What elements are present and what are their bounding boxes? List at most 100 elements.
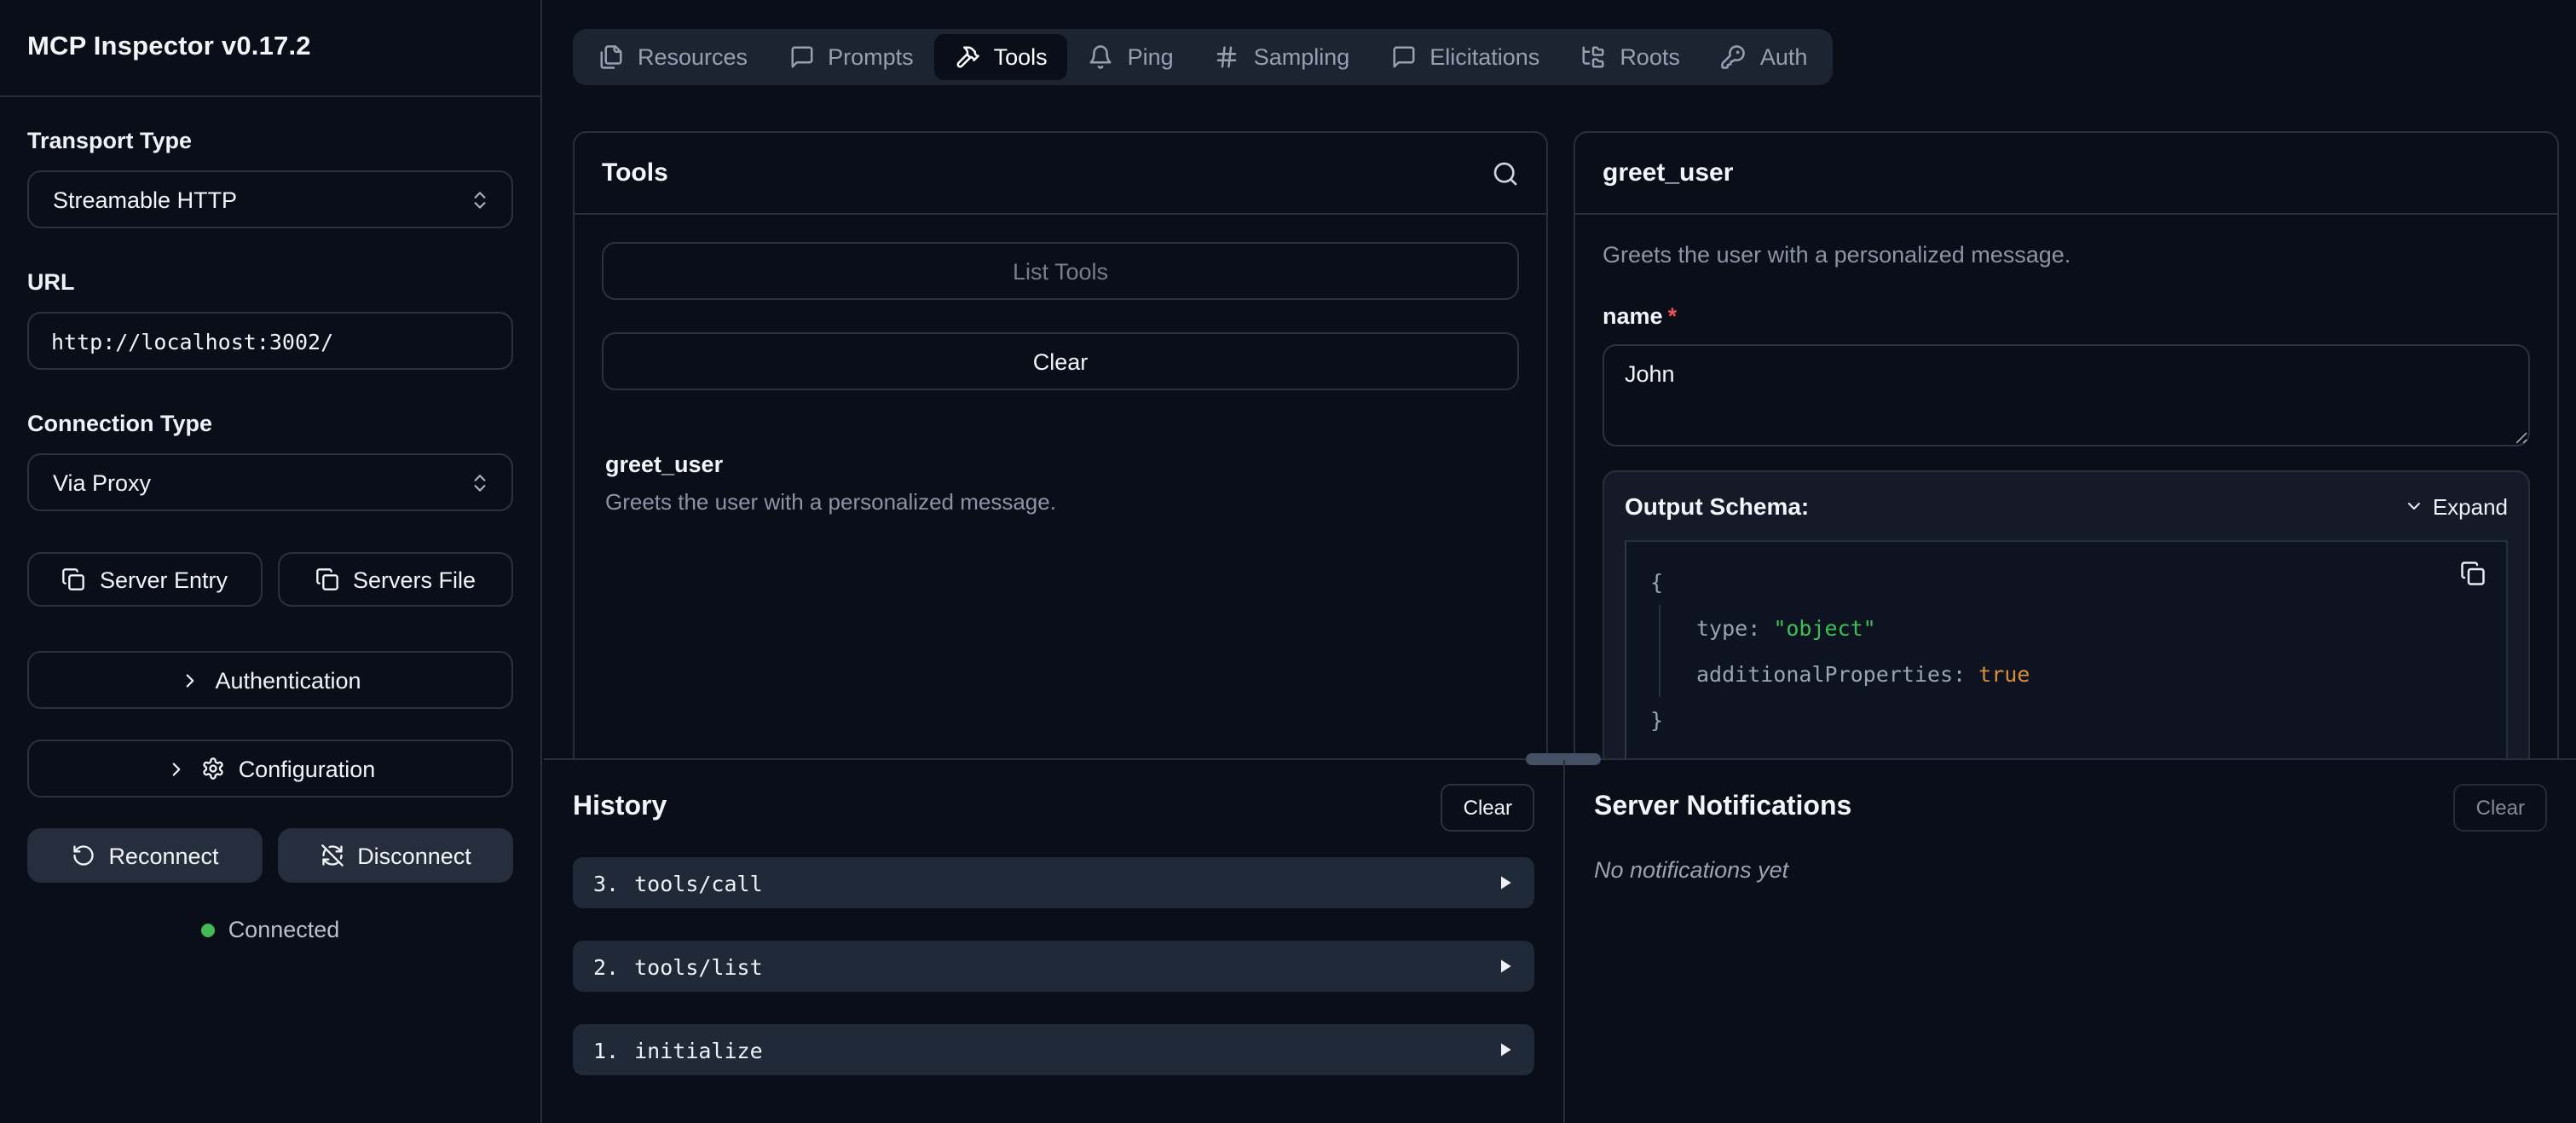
sidebar-header: MCP Inspector v0.17.2 — [0, 0, 540, 97]
status-dot — [201, 923, 215, 936]
hammer-icon — [955, 44, 980, 70]
tool-detail-panel: greet_user Greets the user with a person… — [1574, 131, 2559, 758]
schema-code-block: { type: "object" additionalProperties: t… — [1625, 540, 2508, 758]
configuration-toggle[interactable]: Configuration — [27, 740, 513, 798]
tools-panel: Tools List Tools Clear greet_user Greets… — [573, 131, 1548, 758]
tab-resources[interactable]: Resources — [578, 34, 768, 80]
configuration-label: Configuration — [239, 756, 376, 781]
history-title: History — [573, 792, 667, 823]
reconnect-label: Reconnect — [108, 843, 218, 868]
tools-panel-body: List Tools Clear greet_user Greets the u… — [575, 215, 1546, 542]
required-marker: * — [1668, 303, 1678, 329]
search-icon[interactable] — [1492, 159, 1519, 187]
list-tools-button[interactable]: List Tools — [602, 242, 1519, 300]
tool-detail-body: Greets the user with a personalized mess… — [1575, 215, 2557, 758]
tab-bar: Resources Prompts Tools Ping Sampling — [573, 29, 1833, 85]
output-schema-section: Output Schema: Expand { — [1603, 470, 2530, 758]
connection-type-select[interactable]: Via Proxy — [27, 453, 513, 511]
code-line: additionalProperties: true — [1696, 651, 2482, 697]
play-icon[interactable] — [1497, 1041, 1514, 1058]
tools-panel-title: Tools — [602, 158, 668, 187]
tool-name: greet_user — [605, 452, 1516, 477]
chevron-right-icon — [165, 757, 188, 780]
output-schema-label: Output Schema: — [1625, 492, 1809, 520]
history-method: initialize — [634, 1037, 763, 1063]
gear-icon — [201, 757, 225, 780]
play-icon[interactable] — [1497, 874, 1514, 891]
transport-type-select[interactable]: Streamable HTTP — [27, 170, 513, 228]
url-input[interactable] — [27, 312, 513, 370]
authentication-toggle[interactable]: Authentication — [27, 651, 513, 709]
tab-tools[interactable]: Tools — [934, 34, 1068, 80]
play-icon[interactable] — [1497, 958, 1514, 975]
files-icon — [598, 44, 624, 70]
code-string-token: "object" — [1773, 615, 1875, 641]
history-row-tools-list[interactable]: 2. tools/list — [573, 941, 1534, 992]
reconnect-button[interactable]: Reconnect — [27, 828, 263, 883]
authentication-label: Authentication — [215, 667, 361, 693]
tool-detail-description: Greets the user with a personalized mess… — [1603, 242, 2530, 268]
output-schema-header: Output Schema: Expand — [1625, 492, 2508, 520]
copy-code-button[interactable] — [2460, 559, 2486, 586]
server-config-buttons: Server Entry Servers File — [27, 552, 513, 607]
transport-type-label: Transport Type — [27, 128, 513, 153]
url-group: URL — [27, 269, 513, 370]
sidebar: MCP Inspector v0.17.2 Transport Type Str… — [0, 0, 542, 1123]
expand-toggle[interactable]: Expand — [2404, 493, 2508, 519]
key-icon — [1721, 44, 1747, 70]
bell-icon — [1089, 44, 1114, 70]
history-method: tools/list — [634, 953, 763, 979]
clear-tools-button[interactable]: Clear — [602, 332, 1519, 390]
transport-type-value: Streamable HTTP — [53, 187, 237, 212]
history-index: 2. — [593, 953, 619, 979]
server-entry-button[interactable]: Server Entry — [27, 552, 263, 607]
tab-sampling[interactable]: Sampling — [1194, 34, 1371, 80]
param-name-input[interactable]: John — [1603, 344, 2530, 446]
servers-file-label: Servers File — [353, 567, 476, 592]
notifications-empty-message: No notifications yet — [1594, 857, 2547, 883]
tab-elicitations[interactable]: Elicitations — [1370, 34, 1560, 80]
tool-list-item[interactable]: greet_user Greets the user with a person… — [602, 452, 1519, 515]
copy-icon — [315, 567, 339, 591]
connection-status: Connected — [27, 917, 513, 942]
tool-detail-header: greet_user — [1575, 133, 2557, 215]
copy-icon — [2460, 561, 2486, 586]
folder-tree-icon — [1580, 44, 1606, 70]
connection-type-label: Connection Type — [27, 411, 513, 436]
url-label: URL — [27, 269, 513, 295]
history-row-tools-call[interactable]: 3. tools/call — [573, 857, 1534, 908]
main-area: Resources Prompts Tools Ping Sampling — [544, 0, 2576, 1123]
hash-icon — [1215, 44, 1240, 70]
history-index: 3. — [593, 870, 619, 896]
rotate-ccw-icon — [71, 844, 95, 867]
refresh-off-icon — [320, 844, 344, 867]
disconnect-button[interactable]: Disconnect — [278, 828, 513, 883]
history-header: History Clear — [573, 784, 1534, 832]
copy-icon — [62, 567, 86, 591]
tools-panel-header: Tools — [575, 133, 1546, 215]
clear-notifications-button[interactable]: Clear — [2454, 784, 2547, 832]
tab-roots[interactable]: Roots — [1560, 34, 1701, 80]
param-name-label: name* — [1603, 303, 2530, 329]
app-window: MCP Inspector v0.17.2 Transport Type Str… — [0, 0, 2576, 1123]
history-row-initialize[interactable]: 1. initialize — [573, 1024, 1534, 1075]
disconnect-label: Disconnect — [357, 843, 471, 868]
chevrons-up-down-icon — [469, 188, 491, 210]
code-indent-block: type: "object" additionalProperties: tru… — [1659, 605, 2482, 697]
top-region: Resources Prompts Tools Ping Sampling — [544, 0, 2576, 758]
tab-auth[interactable]: Auth — [1701, 34, 1828, 80]
message-square-icon — [788, 44, 814, 70]
chevron-right-icon — [179, 669, 201, 691]
servers-file-button[interactable]: Servers File — [278, 552, 513, 607]
tool-detail-title: greet_user — [1603, 158, 1733, 187]
code-line: } — [1650, 697, 2482, 743]
code-line: type: "object" — [1696, 605, 2482, 651]
tab-prompts[interactable]: Prompts — [768, 34, 934, 80]
history-method: tools/call — [634, 870, 763, 896]
tab-ping[interactable]: Ping — [1068, 34, 1194, 80]
app-title: MCP Inspector v0.17.2 — [27, 32, 311, 63]
connection-buttons: Reconnect Disconnect — [27, 828, 513, 883]
history-index: 1. — [593, 1037, 619, 1063]
code-line: { — [1650, 559, 2482, 605]
clear-history-button[interactable]: Clear — [1441, 784, 1534, 832]
